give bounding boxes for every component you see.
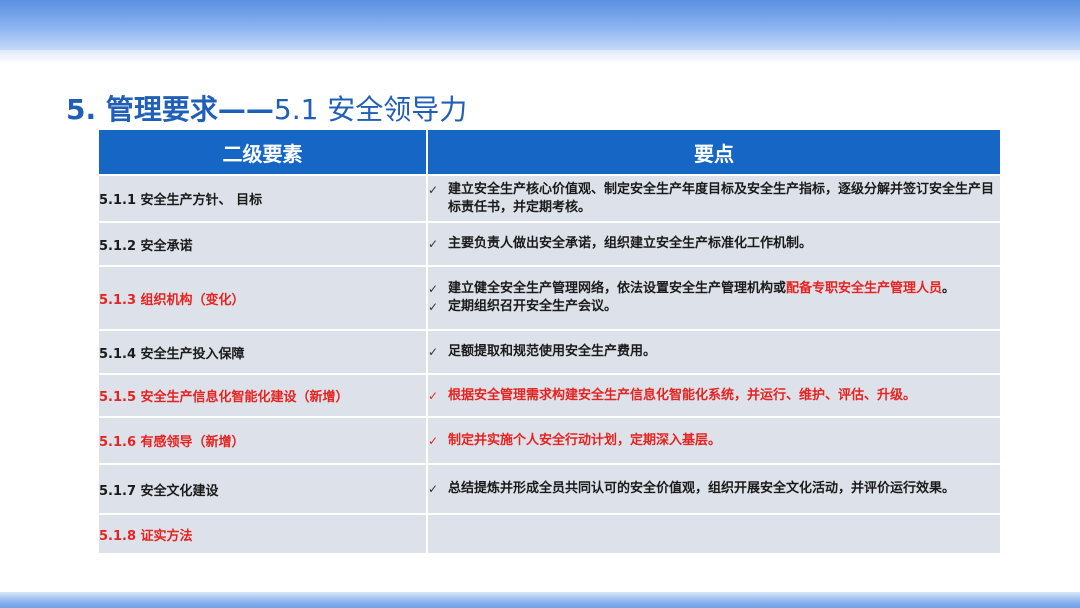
point-item: ✓ 定期组织召开安全生产会议。 <box>428 298 1000 316</box>
table-row: 5.1.4 安全生产投入保障 ✓ 足额提取和规范使用安全生产费用。 <box>97 329 1002 375</box>
point-text: 定期组织召开安全生产会议。 <box>448 299 618 314</box>
top-decor-bar <box>0 0 1080 50</box>
top-decor-shadow <box>0 50 1080 64</box>
element-cell: 5.1.4 安全生产投入保障 <box>97 329 428 375</box>
points-cell: ✓ 根据安全管理需求构建安全生产信息化智能化系统，并运行、维护、评估、升级。 <box>426 373 1002 418</box>
point-text: 足额提取和规范使用安全生产费用。 <box>448 344 657 359</box>
header-element: 二级要素 <box>97 128 428 176</box>
element-cell: 5.1.7 安全文化建设 <box>97 463 428 515</box>
point-item: ✓ 足额提取和规范使用安全生产费用。 <box>428 343 1000 361</box>
element-cell: 5.1.3 组织机构（变化） <box>97 265 428 331</box>
table-row: 5.1.8 证实方法 <box>97 513 1002 555</box>
points-cell: ✓ 主要负责人做出安全承诺，组织建立安全生产标准化工作机制。 <box>426 221 1002 267</box>
point-text: 制定并实施个人安全行动计划，定期深入基层。 <box>448 432 722 448</box>
point-item: ✓ 主要负责人做出安全承诺，组织建立安全生产标准化工作机制。 <box>428 235 1000 253</box>
check-icon: ✓ <box>428 182 439 197</box>
element-cell: 5.1.1 安全生产方针、 目标 <box>97 174 428 223</box>
points-cell: ✓ 总结提炼并形成全员共同认可的安全价值观，组织开展安全文化活动，并评价运行效果。 <box>426 463 1002 515</box>
table-row: 5.1.6 有感领导（新增） ✓ 制定并实施个人安全行动计划，定期深入基层。 <box>97 416 1002 465</box>
table-row: 5.1.7 安全文化建设 ✓ 总结提炼并形成全员共同认可的安全价值观，组织开展安全… <box>97 463 1002 515</box>
points-cell: ✓ 制定并实施个人安全行动计划，定期深入基层。 <box>426 416 1002 465</box>
point-item: ✓ 制定并实施个人安全行动计划，定期深入基层。 <box>428 432 1000 450</box>
requirements-table: 二级要素 要点 5.1.1 安全生产方针、 目标 ✓ 建立安全生产核心价值观、制定… <box>97 128 1002 555</box>
point-item: ✓ 建立安全生产核心价值观、制定安全生产年度目标及安全生产指标，逐级分解并签订安全… <box>428 181 1000 217</box>
title-number: 5. 管理要求—— <box>66 93 274 126</box>
point-text: 主要负责人做出安全承诺，组织建立安全生产标准化工作机制。 <box>448 236 813 251</box>
point-text: 建立安全生产核心价值观、制定安全生产年度目标及安全生产指标，逐级分解并签订安全生… <box>448 181 995 215</box>
check-icon: ✓ <box>428 388 439 403</box>
points-cell: ✓ 建立健全安全生产管理网络，依法设置安全生产管理机构或配备专职安全生产管理人员。… <box>426 265 1002 331</box>
point-text: 建立健全安全生产管理网络，依法设置安全生产管理机构或配备专职安全生产管理人员。 <box>448 281 956 296</box>
table-row: 5.1.5 安全生产信息化智能化建设（新增） ✓ 根据安全管理需求构建安全生产信息… <box>97 373 1002 418</box>
points-cell <box>426 513 1002 555</box>
point-text: 根据安全管理需求构建安全生产信息化智能化系统，并运行、维护、评估、升级。 <box>448 387 917 403</box>
check-icon: ✓ <box>428 282 439 296</box>
element-cell: 5.1.5 安全生产信息化智能化建设（新增） <box>97 373 428 418</box>
check-icon: ✓ <box>428 482 439 496</box>
table-row: 5.1.3 组织机构（变化） ✓ 建立健全安全生产管理网络，依法设置安全生产管理机… <box>97 265 1002 331</box>
point-item: ✓ 总结提炼并形成全员共同认可的安全价值观，组织开展安全文化活动，并评价运行效果。 <box>428 480 1000 498</box>
element-cell: 5.1.8 证实方法 <box>97 513 428 555</box>
point-text: 总结提炼并形成全员共同认可的安全价值观，组织开展安全文化活动，并评价运行效果。 <box>448 481 956 496</box>
table-row: 5.1.2 安全承诺 ✓ 主要负责人做出安全承诺，组织建立安全生产标准化工作机制。 <box>97 221 1002 267</box>
point-item: ✓ 建立健全安全生产管理网络，依法设置安全生产管理机构或配备专职安全生产管理人员。 <box>428 280 1000 298</box>
point-item: ✓ 根据安全管理需求构建安全生产信息化智能化系统，并运行、维护、评估、升级。 <box>428 387 1000 405</box>
check-icon: ✓ <box>428 237 439 251</box>
bottom-decor-bar <box>0 592 1080 608</box>
check-icon: ✓ <box>428 345 439 359</box>
check-icon: ✓ <box>428 433 439 448</box>
header-points: 要点 <box>426 128 1002 176</box>
page-title: 5. 管理要求——5.1 安全领导力 <box>66 90 467 130</box>
element-cell: 5.1.6 有感领导（新增） <box>97 416 428 465</box>
highlight-text: 配备专职安全生产管理人员 <box>786 281 943 296</box>
points-cell: ✓ 建立安全生产核心价值观、制定安全生产年度目标及安全生产指标，逐级分解并签订安全… <box>426 174 1002 223</box>
check-icon: ✓ <box>428 300 439 314</box>
table-row: 5.1.1 安全生产方针、 目标 ✓ 建立安全生产核心价值观、制定安全生产年度目标… <box>97 174 1002 223</box>
table-header-row: 二级要素 要点 <box>97 128 1002 176</box>
points-cell: ✓ 足额提取和规范使用安全生产费用。 <box>426 329 1002 375</box>
element-cell: 5.1.2 安全承诺 <box>97 221 428 267</box>
title-sub: 5.1 安全领导力 <box>273 93 468 126</box>
